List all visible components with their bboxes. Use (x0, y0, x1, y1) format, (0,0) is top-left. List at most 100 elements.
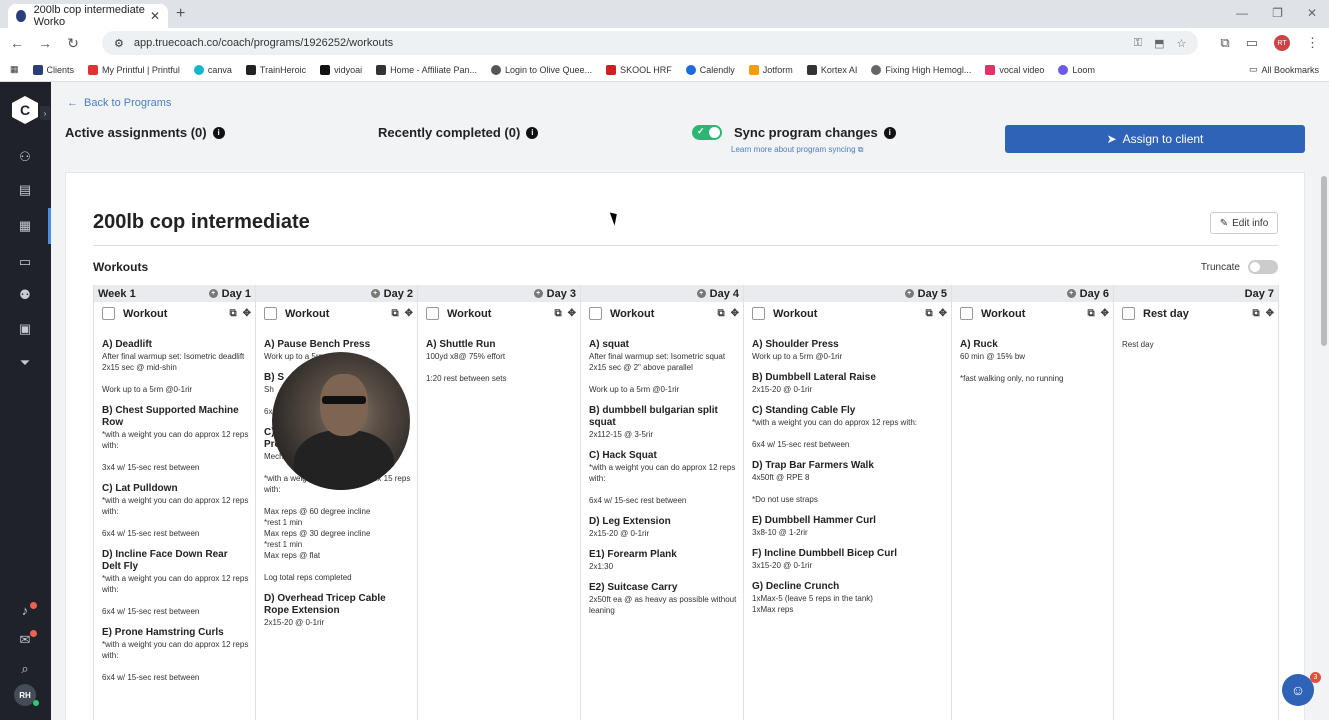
browser-tab[interactable]: 200lb cop intermediate Worko ✕ (8, 4, 168, 28)
exercise-item[interactable]: B) dumbbell bulgarian split squat 2x112-1… (589, 405, 737, 440)
add-day-plus-icon[interactable]: + (533, 289, 543, 298)
move-icon[interactable]: ✥ (939, 308, 947, 319)
filter-icon[interactable]: ⏷ (17, 356, 33, 370)
add-day-plus-icon[interactable]: + (696, 289, 706, 298)
install-icon[interactable]: ⬒ (1154, 37, 1164, 50)
minimize-icon[interactable]: — (1236, 6, 1248, 20)
bookmark-item[interactable]: TrainHeroic (245, 64, 306, 75)
assign-to-client-button[interactable]: ➤ Assign to client (1005, 125, 1305, 153)
exercise-item[interactable]: E2) Suitcase Carry 2x50ft ea @ as heavy a… (589, 582, 737, 616)
info-icon[interactable]: i (883, 126, 896, 139)
extensions-icon[interactable]: ⧉ (1220, 35, 1229, 51)
exercise-item[interactable]: A) Ruck 60 min @ 15% bw *fast walking onl… (960, 339, 1107, 384)
workout-title[interactable]: Workout (123, 308, 167, 320)
sidepanel-icon[interactable]: ▭ (1246, 35, 1258, 51)
exercise-item[interactable]: D) Leg Extension 2x15-20 @ 0-1rir (589, 516, 737, 539)
learn-more-link[interactable]: Learn more about program syncing ⧉ (731, 145, 863, 155)
add-day-plus-icon[interactable]: + (1066, 289, 1076, 298)
new-tab-icon[interactable]: + (176, 5, 185, 23)
webcam-overlay[interactable] (272, 352, 410, 490)
team-icon[interactable]: ⚉ (17, 288, 33, 302)
workout-title[interactable]: Workout (285, 308, 329, 320)
add-day-plus-icon[interactable]: + (904, 289, 914, 298)
workout-title[interactable]: Workout (981, 308, 1025, 320)
copy-icon[interactable]: ⧉ (717, 308, 724, 319)
site-info-icon[interactable]: ⚙ (114, 37, 124, 50)
sync-toggle[interactable]: ✓ (692, 125, 722, 140)
exercise-item[interactable]: B) Chest Supported Machine Row *with a we… (102, 405, 249, 473)
bookmark-item[interactable]: canva (193, 64, 232, 75)
bookmark-item[interactable]: vidyoai (320, 64, 362, 75)
bookmark-star-icon[interactable]: ☆ (1177, 37, 1187, 50)
exercise-item[interactable]: F) Incline Dumbbell Bicep Curl 3x15-20 @ … (752, 548, 945, 571)
exercise-item[interactable]: C) Lat Pulldown *with a weight you can do… (102, 483, 249, 539)
workout-checkbox[interactable] (426, 307, 439, 320)
active-assignments[interactable]: Active assignments (0) i (65, 125, 225, 140)
workout-checkbox[interactable] (589, 307, 602, 320)
window-close-icon[interactable]: ✕ (1307, 6, 1317, 20)
bookmark-item[interactable]: My Printful | Printful (88, 64, 180, 75)
copy-icon[interactable]: ⧉ (554, 308, 561, 319)
reload-icon[interactable]: ↻ (66, 35, 80, 52)
back-to-programs-link[interactable]: ← Back to Programs (67, 97, 171, 109)
back-arrow-icon[interactable]: ← (10, 35, 24, 51)
forward-arrow-icon[interactable]: → (38, 35, 52, 51)
bookmark-item[interactable]: Fixing High Hemogl... (871, 64, 971, 75)
add-day-plus-icon[interactable]: + (370, 289, 380, 298)
bookmark-item[interactable]: Home - Affiliate Pan... (376, 64, 477, 75)
exercise-item[interactable]: E) Prone Hamstring Curls *with a weight y… (102, 627, 249, 683)
exercise-item[interactable]: Rest day (1122, 339, 1272, 350)
recently-completed[interactable]: Recently completed (0) i (378, 125, 539, 140)
exercise-item[interactable]: D) Trap Bar Farmers Walk 4x50ft @ RPE 8 *… (752, 460, 945, 505)
bookmark-item[interactable]: Clients (32, 64, 74, 75)
tab-close-icon[interactable]: ✕ (150, 9, 160, 23)
add-day-plus-icon[interactable]: + (208, 289, 218, 298)
password-key-icon[interactable]: ⚿ (1134, 37, 1142, 50)
programs-calendar-icon[interactable]: ▦ (17, 219, 33, 233)
bookmark-item[interactable]: vocal video (985, 64, 1044, 75)
bookmark-item[interactable]: Jotform (748, 64, 793, 75)
move-icon[interactable]: ✥ (731, 308, 739, 319)
workout-title[interactable]: Workout (610, 308, 654, 320)
bookmark-item[interactable]: Loom (1058, 64, 1095, 75)
library-icon[interactable]: ▣ (17, 322, 33, 336)
copy-icon[interactable]: ⧉ (1252, 308, 1259, 319)
move-icon[interactable]: ✥ (1101, 308, 1109, 319)
apps-grid-icon[interactable]: ▦ (10, 64, 19, 75)
exercise-item[interactable]: A) squat After final warmup set: Isometri… (589, 339, 737, 395)
profile-avatar[interactable]: RT (1274, 35, 1290, 51)
workout-title[interactable]: Workout (773, 308, 817, 320)
url-field[interactable]: ⚙ app.truecoach.co/coach/programs/192625… (102, 31, 1199, 55)
search-icon[interactable]: ⌕ (17, 662, 33, 676)
workout-title[interactable]: Rest day (1143, 308, 1189, 320)
workout-checkbox[interactable] (102, 307, 115, 320)
clients-icon[interactable]: ⚇ (17, 150, 33, 164)
exercise-item[interactable]: C) Hack Squat *with a weight you can do a… (589, 450, 737, 506)
truecoach-logo-icon[interactable]: C (12, 96, 38, 124)
copy-icon[interactable]: ⧉ (1087, 308, 1094, 319)
dashboard-icon[interactable]: ▤ (17, 183, 33, 197)
exercise-item[interactable]: D) Overhead Tricep Cable Rope Extension 2… (264, 593, 411, 628)
exercise-item[interactable]: A) Shoulder Press Work up to a 5rm @0-1ri… (752, 339, 945, 362)
copy-icon[interactable]: ⧉ (229, 308, 236, 319)
info-icon[interactable]: i (212, 126, 225, 139)
workout-checkbox[interactable] (264, 307, 277, 320)
bookmark-item[interactable]: Login to Olive Quee... (491, 64, 592, 75)
exercise-item[interactable]: A) Deadlift After final warmup set: Isome… (102, 339, 249, 395)
all-bookmarks[interactable]: ▭ All Bookmarks (1249, 64, 1319, 75)
expand-sidebar-icon[interactable]: › (40, 106, 50, 120)
bookmark-item[interactable]: Kortex AI (806, 64, 857, 75)
copy-icon[interactable]: ⧉ (925, 308, 932, 319)
edit-info-button[interactable]: ✎ Edit info (1210, 212, 1278, 234)
menu-dots-icon[interactable]: ⋮ (1306, 35, 1319, 51)
bookmark-item[interactable]: SKOOL HRF (606, 64, 672, 75)
exercise-item[interactable]: E1) Forearm Plank 2x1:30 (589, 549, 737, 572)
workout-checkbox[interactable] (1122, 307, 1135, 320)
move-icon[interactable]: ✥ (243, 308, 251, 319)
page-scrollbar[interactable] (1319, 164, 1329, 720)
move-icon[interactable]: ✥ (405, 308, 413, 319)
truncate-toggle[interactable] (1248, 260, 1278, 274)
exercise-item[interactable]: C) Standing Cable Fly *with a weight you … (752, 405, 945, 450)
move-icon[interactable]: ✥ (1266, 308, 1274, 319)
info-icon[interactable]: i (526, 126, 539, 139)
